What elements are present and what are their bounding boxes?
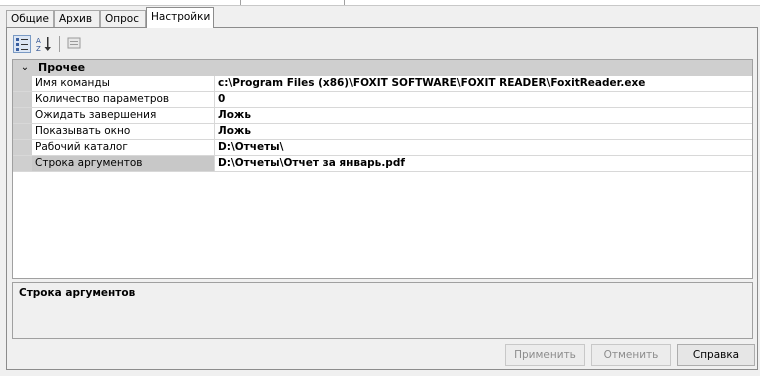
property-name: Показывать окно [32, 124, 215, 139]
property-name: Строка аргументов [32, 156, 215, 171]
tab-archive[interactable]: Архив [54, 10, 100, 27]
description-title: Строка аргументов [19, 287, 136, 299]
property-value[interactable]: c:\Program Files (x86)\FOXIT SOFTWARE\FO… [218, 76, 645, 91]
property-value[interactable]: 0 [218, 92, 225, 107]
tab-poll[interactable]: Опрос [100, 10, 146, 27]
svg-text:A: A [36, 37, 41, 45]
property-value[interactable]: Ложь [218, 108, 251, 123]
property-name: Количество параметров [32, 92, 215, 107]
help-button[interactable]: Справка [677, 344, 755, 366]
property-value[interactable]: D:\Отчеты\ [218, 140, 284, 155]
collapse-chevron-icon[interactable]: ⌄ [17, 60, 33, 76]
property-value[interactable]: D:\Отчеты\Отчет за январь.pdf [218, 156, 405, 171]
tab-general[interactable]: Общие [6, 10, 54, 27]
property-row[interactable]: Показывать окно Ложь [13, 124, 752, 140]
tab-settings[interactable]: Настройки [146, 7, 214, 28]
top-window-strip [0, 0, 760, 6]
property-row[interactable]: Имя команды c:\Program Files (x86)\FOXIT… [13, 76, 752, 92]
cancel-button[interactable]: Отменить [591, 344, 671, 366]
property-row-selected[interactable]: Строка аргументов D:\Отчеты\Отчет за янв… [13, 156, 752, 172]
property-name: Имя команды [32, 76, 215, 91]
description-panel: Строка аргументов [12, 282, 753, 339]
property-row[interactable]: Количество параметров 0 [13, 92, 752, 108]
strip-divider [344, 0, 345, 5]
category-label: Прочее [38, 61, 86, 74]
property-pages-icon [66, 35, 84, 53]
categorized-view-icon[interactable] [13, 35, 31, 53]
property-row[interactable]: Рабочий каталог D:\Отчеты\ [13, 140, 752, 156]
settings-panel: A Z ⌄ Прочее Имя команды c:\Program File… [6, 27, 758, 370]
svg-text:Z: Z [36, 45, 41, 53]
apply-button[interactable]: Применить [505, 344, 585, 366]
strip-divider [240, 0, 241, 5]
property-row[interactable]: Ожидать завершения Ложь [13, 108, 752, 124]
property-value[interactable]: Ложь [218, 124, 251, 139]
alphabetical-sort-icon[interactable]: A Z [35, 35, 53, 53]
property-grid: ⌄ Прочее Имя команды c:\Program Files (x… [12, 59, 753, 279]
toolbar-separator [59, 36, 60, 52]
category-row[interactable]: ⌄ Прочее [13, 60, 752, 76]
property-name: Рабочий каталог [32, 140, 215, 155]
property-name: Ожидать завершения [32, 108, 215, 123]
